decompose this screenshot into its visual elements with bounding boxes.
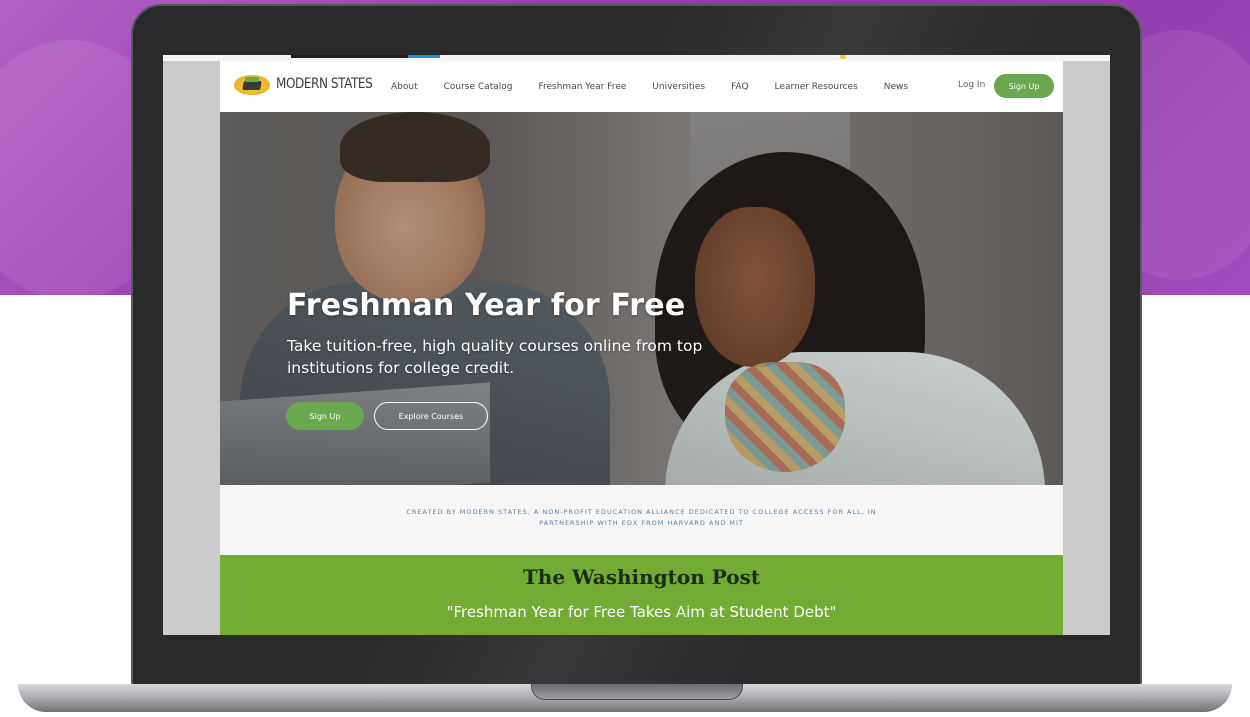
hero-title: Freshman Year for Free xyxy=(287,288,686,323)
nav-learner-resources[interactable]: Learner Resources xyxy=(775,82,858,92)
main-nav: About Course Catalog Freshman Year Free … xyxy=(391,61,934,112)
site-logo[interactable]: MODERN STATES xyxy=(234,71,388,97)
laptop-base xyxy=(18,684,1232,712)
tagline-text: CREATED BY MODERN STATES, A NON-PROFIT E… xyxy=(406,508,877,527)
web-page: MODERN STATES About Course Catalog Fresh… xyxy=(220,61,1063,635)
hero-section: Freshman Year for Free Take tuition-free… xyxy=(220,112,1063,485)
logo-book-icon xyxy=(234,71,270,97)
page-gutter-left xyxy=(163,61,220,635)
nav-course-catalog[interactable]: Course Catalog xyxy=(444,82,513,92)
hero-subtitle: Take tuition-free, high quality courses … xyxy=(287,337,703,377)
tagline-section: CREATED BY MODERN STATES, A NON-PROFIT E… xyxy=(220,485,1063,555)
laptop-screen: MODERN STATES About Course Catalog Fresh… xyxy=(163,55,1110,635)
browser-tab-active[interactable] xyxy=(408,55,440,58)
nav-faq[interactable]: FAQ xyxy=(731,82,748,92)
logo-text: MODERN STATES xyxy=(276,76,373,92)
site-navbar: MODERN STATES About Course Catalog Fresh… xyxy=(220,61,1063,112)
explore-courses-button[interactable]: Explore Courses xyxy=(374,402,488,430)
laptop-notch xyxy=(531,684,743,700)
signup-button-header[interactable]: Sign Up xyxy=(994,74,1054,98)
nav-news[interactable]: News xyxy=(884,82,908,92)
browser-indicator-icon xyxy=(840,55,846,59)
page-gutter-right xyxy=(1063,61,1110,635)
press-quote: "Freshman Year for Free Takes Aim at Stu… xyxy=(446,603,837,621)
nav-universities[interactable]: Universities xyxy=(652,82,705,92)
press-section: The Washington Post "Freshman Year for F… xyxy=(220,555,1063,635)
hero-signup-button[interactable]: Sign Up xyxy=(286,402,364,430)
browser-tab[interactable] xyxy=(291,55,408,58)
washington-post-logo: The Washington Post xyxy=(522,565,761,589)
nav-about[interactable]: About xyxy=(391,82,418,92)
nav-freshman-year-free[interactable]: Freshman Year Free xyxy=(538,82,626,92)
login-link[interactable]: Log In xyxy=(958,80,985,90)
